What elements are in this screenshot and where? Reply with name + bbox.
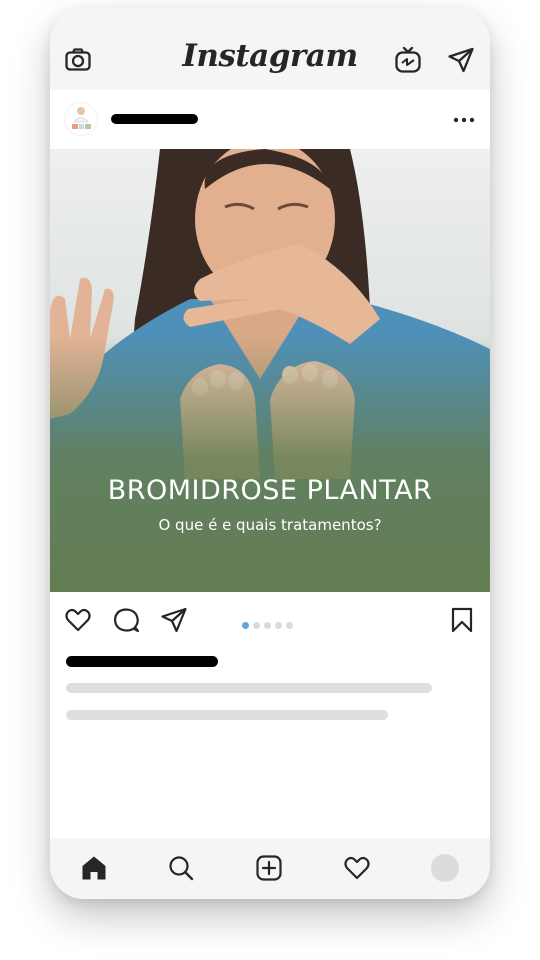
post-actions	[50, 600, 490, 640]
heart-icon[interactable]	[64, 606, 92, 634]
bottom-nav	[50, 838, 490, 899]
account-avatar[interactable]	[64, 102, 98, 136]
instagram-logo: Instagram	[182, 38, 358, 74]
carousel-dot	[286, 622, 293, 629]
profile-avatar[interactable]	[431, 854, 459, 882]
post-image[interactable]: BROMIDROSE PLANTAR O que é e quais trata…	[50, 149, 490, 592]
caption-placeholder	[66, 710, 388, 720]
search-icon[interactable]	[167, 854, 195, 882]
activity-icon[interactable]	[343, 854, 371, 882]
add-post-icon[interactable]	[255, 854, 283, 882]
share-icon[interactable]	[160, 606, 188, 634]
carousel-dot	[275, 622, 282, 629]
comment-icon[interactable]	[112, 606, 140, 634]
igtv-icon[interactable]	[394, 46, 422, 74]
carousel-dot-active	[242, 622, 249, 629]
post-header	[50, 100, 490, 150]
home-icon[interactable]	[80, 854, 108, 882]
username-placeholder[interactable]	[111, 114, 198, 124]
carousel-dot	[264, 622, 271, 629]
carousel-dot	[253, 622, 260, 629]
post-title: BROMIDROSE PLANTAR	[107, 475, 433, 506]
top-bar: Instagram	[50, 8, 490, 90]
carousel-indicator	[242, 616, 297, 629]
phone-frame: Instagram BROMIDROSE PLANTAR O que é e q…	[50, 8, 490, 899]
bookmark-icon[interactable]	[448, 606, 476, 634]
direct-message-icon[interactable]	[447, 46, 475, 74]
caption-placeholder	[66, 683, 432, 693]
post-subtitle: O que é e quais tratamentos?	[158, 516, 382, 534]
more-options-icon[interactable]	[452, 110, 476, 130]
likes-placeholder	[66, 656, 218, 667]
